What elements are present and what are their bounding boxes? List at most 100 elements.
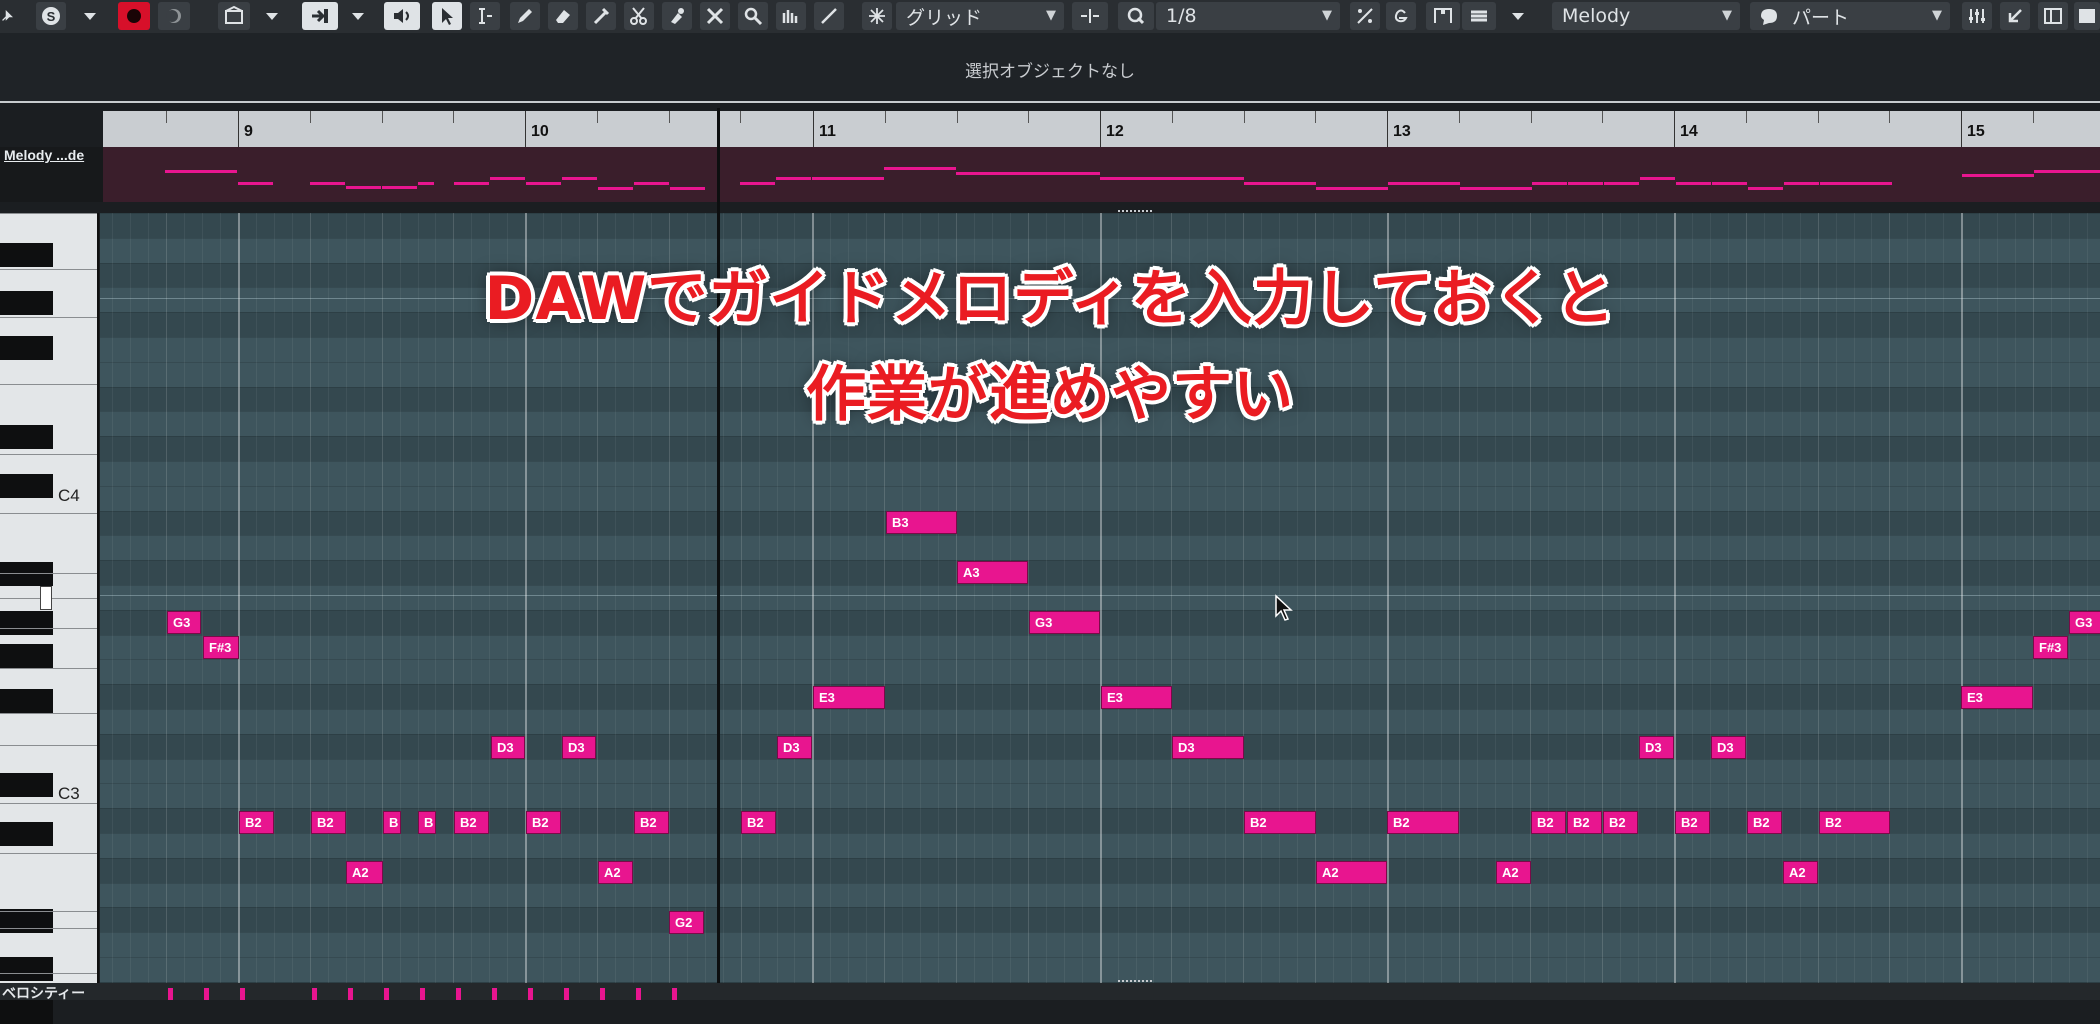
midi-note[interactable]: B2 bbox=[239, 811, 274, 834]
snap-type-select[interactable]: グリッド ▼ bbox=[896, 2, 1064, 30]
pin-icon[interactable] bbox=[0, 2, 14, 30]
snap-icon[interactable] bbox=[862, 2, 892, 30]
velocity-bar[interactable] bbox=[168, 988, 173, 1000]
midi-note[interactable]: E3 bbox=[813, 686, 885, 709]
midi-note[interactable]: B2 bbox=[1819, 811, 1890, 834]
midi-note[interactable]: D3 bbox=[562, 736, 596, 759]
chevron-down-icon[interactable] bbox=[76, 2, 104, 30]
black-key[interactable] bbox=[0, 474, 53, 498]
drumstick-icon[interactable] bbox=[776, 2, 806, 30]
glue-icon[interactable] bbox=[662, 2, 692, 30]
midi-note[interactable]: B2 bbox=[741, 811, 776, 834]
zoom-icon[interactable] bbox=[738, 2, 768, 30]
black-key[interactable] bbox=[0, 562, 53, 586]
monitor-icon[interactable] bbox=[158, 2, 190, 30]
midi-note[interactable]: A3 bbox=[957, 561, 1028, 584]
velocity-bar[interactable] bbox=[420, 988, 425, 1000]
midi-note[interactable]: B3 bbox=[886, 511, 957, 534]
midi-note[interactable]: G2 bbox=[669, 911, 704, 934]
resize-handle[interactable] bbox=[1118, 210, 1152, 215]
range-icon[interactable] bbox=[470, 2, 500, 30]
midi-note[interactable]: D3 bbox=[1172, 736, 1244, 759]
black-key[interactable] bbox=[0, 1000, 53, 1024]
part-overview-lane[interactable] bbox=[103, 147, 2100, 202]
part-select[interactable]: パート ▼ bbox=[1750, 2, 1950, 30]
midi-note[interactable]: E3 bbox=[1101, 686, 1172, 709]
playhead-cursor[interactable] bbox=[717, 108, 720, 1000]
midi-note[interactable]: A2 bbox=[1496, 861, 1531, 884]
midi-note[interactable]: B2 bbox=[526, 811, 561, 834]
velocity-bar[interactable] bbox=[204, 988, 209, 1000]
track-name-label[interactable]: Melody ...de bbox=[4, 147, 84, 163]
midi-note[interactable]: B bbox=[418, 811, 436, 834]
midi-note[interactable]: A2 bbox=[1783, 861, 1818, 884]
chevron-down-icon[interactable] bbox=[344, 2, 372, 30]
route-icon[interactable] bbox=[302, 2, 338, 30]
midi-note[interactable]: B2 bbox=[1387, 811, 1459, 834]
scissors-icon[interactable] bbox=[624, 2, 654, 30]
pitch-icon[interactable] bbox=[1350, 2, 1380, 30]
midi-note[interactable]: G3 bbox=[2069, 611, 2100, 634]
legato-icon[interactable] bbox=[1386, 2, 1416, 30]
quantize-select[interactable]: 1/8 ▼ bbox=[1156, 2, 1340, 30]
midi-note[interactable]: B2 bbox=[1675, 811, 1710, 834]
midi-note[interactable]: B2 bbox=[454, 811, 489, 834]
pointer-icon[interactable] bbox=[432, 2, 462, 30]
track-select[interactable]: Melody ▼ bbox=[1552, 2, 1740, 30]
velocity-bar[interactable] bbox=[456, 988, 461, 1000]
panel-icon[interactable] bbox=[2074, 2, 2100, 30]
black-key[interactable] bbox=[0, 611, 53, 635]
midi-note[interactable]: E3 bbox=[1961, 686, 2033, 709]
black-key[interactable] bbox=[0, 773, 53, 797]
black-key[interactable] bbox=[0, 957, 53, 981]
black-key[interactable] bbox=[0, 644, 53, 668]
midi-note[interactable]: B2 bbox=[1747, 811, 1782, 834]
velocity-bar[interactable] bbox=[528, 988, 533, 1000]
velocity-bar[interactable] bbox=[312, 988, 317, 1000]
velocity-bar[interactable] bbox=[564, 988, 569, 1000]
mixer-icon[interactable] bbox=[1962, 2, 1992, 30]
midi-note[interactable]: D3 bbox=[1711, 736, 1746, 759]
pencil-icon[interactable] bbox=[510, 2, 540, 30]
midi-note[interactable]: B2 bbox=[1531, 811, 1566, 834]
midi-note[interactable]: B2 bbox=[1567, 811, 1602, 834]
midi-note[interactable]: B2 bbox=[1244, 811, 1316, 834]
midi-note[interactable]: B2 bbox=[1603, 811, 1638, 834]
midi-note[interactable]: B bbox=[383, 811, 401, 834]
expand-icon[interactable] bbox=[2000, 2, 2030, 30]
velocity-bar[interactable] bbox=[636, 988, 641, 1000]
speaker-icon[interactable] bbox=[384, 2, 420, 30]
velocity-bar[interactable] bbox=[600, 988, 605, 1000]
nudge-icon[interactable] bbox=[1072, 2, 1108, 30]
line-icon[interactable] bbox=[814, 2, 844, 30]
velocity-bar[interactable] bbox=[348, 988, 353, 1000]
midi-note[interactable]: B2 bbox=[634, 811, 669, 834]
velocity-bar[interactable] bbox=[384, 988, 389, 1000]
midi-note[interactable]: G3 bbox=[167, 611, 201, 634]
record-icon[interactable] bbox=[118, 2, 150, 30]
chevron-down-icon[interactable] bbox=[1504, 2, 1532, 30]
layers-icon[interactable] bbox=[1462, 2, 1496, 30]
midi-note[interactable]: A2 bbox=[346, 861, 383, 884]
chevron-down-icon[interactable] bbox=[258, 2, 286, 30]
resize-handle[interactable] bbox=[1118, 980, 1152, 985]
eraser-icon[interactable] bbox=[548, 2, 578, 30]
black-key[interactable] bbox=[0, 909, 53, 933]
velocity-bar[interactable] bbox=[492, 988, 497, 1000]
quantize-icon[interactable] bbox=[1118, 2, 1154, 30]
midi-note[interactable]: A2 bbox=[1316, 861, 1387, 884]
velocity-bar[interactable] bbox=[240, 988, 245, 1000]
mute-icon[interactable] bbox=[700, 2, 730, 30]
velocity-bar[interactable] bbox=[672, 988, 677, 1000]
midi-note[interactable]: D3 bbox=[1639, 736, 1674, 759]
midi-note[interactable]: A2 bbox=[598, 861, 633, 884]
layout-icon[interactable] bbox=[2038, 2, 2068, 30]
midi-note[interactable]: G3 bbox=[1029, 611, 1100, 634]
lane-icon[interactable] bbox=[1426, 2, 1460, 30]
midi-note[interactable]: B2 bbox=[311, 811, 346, 834]
window-icon[interactable] bbox=[218, 2, 250, 30]
paint-icon[interactable] bbox=[586, 2, 616, 30]
midi-note[interactable]: D3 bbox=[777, 736, 812, 759]
midi-note[interactable]: D3 bbox=[491, 736, 525, 759]
midi-note[interactable]: F#3 bbox=[2033, 636, 2068, 659]
